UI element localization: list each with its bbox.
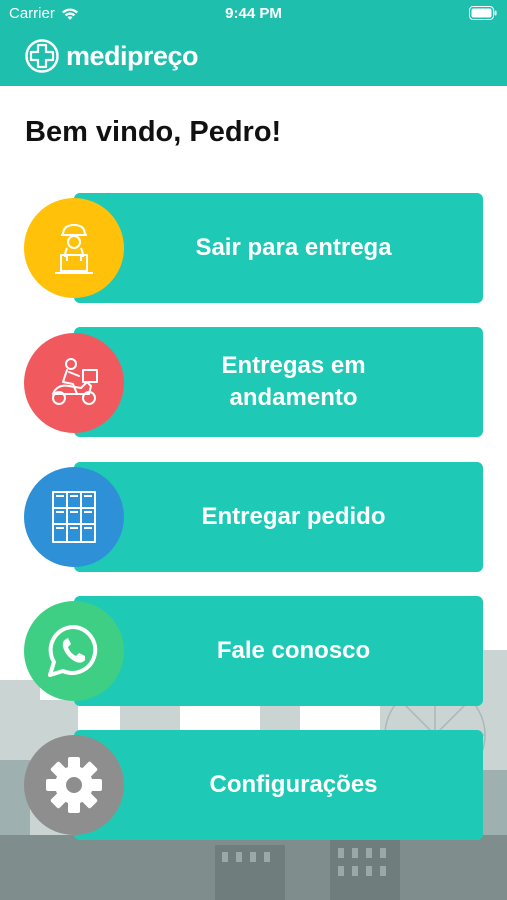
menu-item-label: Entregar pedido bbox=[201, 503, 386, 530]
menu-item-sair-para-entrega[interactable]: Sair para entrega bbox=[74, 193, 483, 303]
menu-item-label: Sair para entrega bbox=[195, 234, 392, 261]
menu-item-configuracoes[interactable]: Configurações bbox=[74, 730, 483, 840]
cross-logo-icon bbox=[25, 39, 59, 73]
welcome-heading: Bem vindo, Pedro! bbox=[25, 116, 282, 148]
menu-item-label: Entregas em andamento bbox=[221, 352, 366, 411]
delivery-person-icon[interactable] bbox=[24, 198, 124, 298]
menu-item-label: Fale conosco bbox=[216, 637, 371, 664]
locker-icon[interactable] bbox=[24, 467, 124, 567]
whatsapp-icon[interactable] bbox=[24, 601, 124, 701]
battery-icon bbox=[469, 6, 497, 20]
menu-item-fale-conosco[interactable]: Fale conosco bbox=[74, 596, 483, 706]
logo: medipreço bbox=[24, 38, 199, 74]
app-header: medipreço bbox=[0, 28, 507, 86]
gear-icon[interactable] bbox=[24, 735, 124, 835]
scooter-icon[interactable] bbox=[24, 333, 124, 433]
menu-item-label: Configurações bbox=[209, 771, 378, 798]
menu-item-entregar-pedido[interactable]: Entregar pedido bbox=[74, 462, 483, 572]
menu-item-entregas-em-andamento[interactable]: Entregas em andamento bbox=[74, 327, 483, 437]
status-time: 9:44 PM bbox=[225, 5, 282, 22]
logo-text: medipreço bbox=[66, 40, 199, 71]
status-bar: Carrier 9:44 PM bbox=[0, 0, 507, 28]
